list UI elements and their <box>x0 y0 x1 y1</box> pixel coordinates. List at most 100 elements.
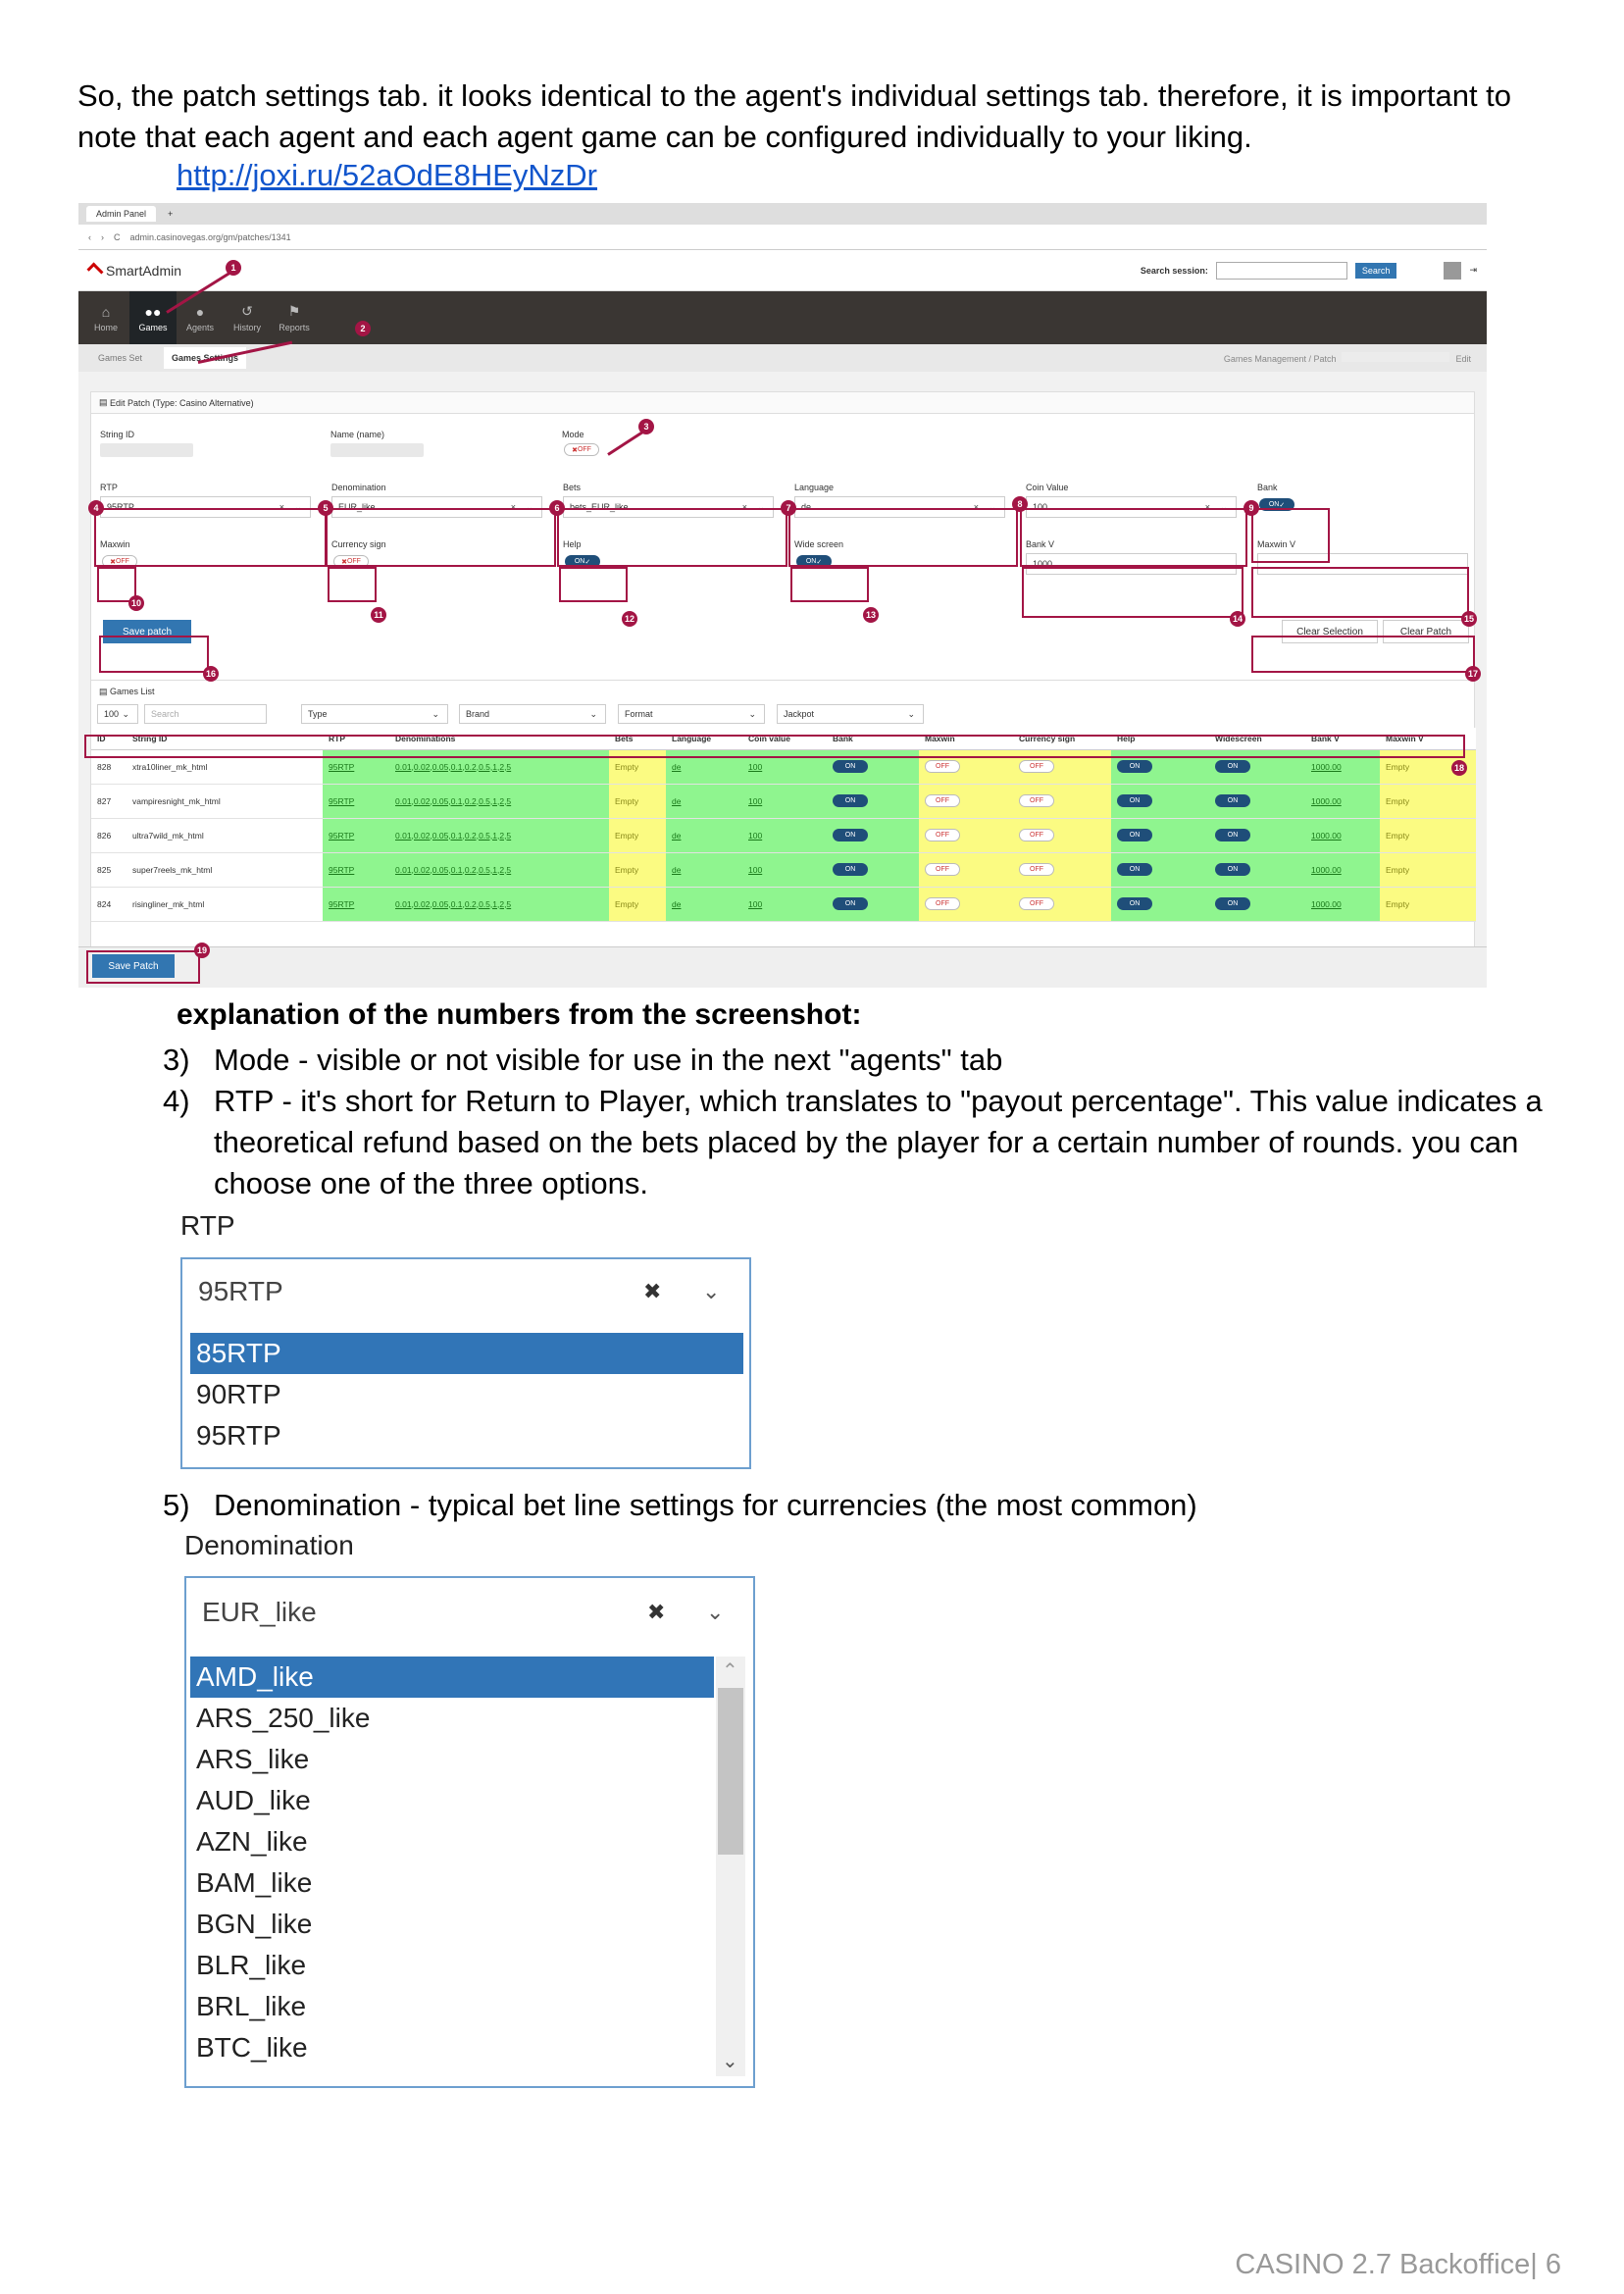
denomination-option[interactable]: ARS_like <box>190 1739 710 1780</box>
jackpot-filter[interactable]: Jackpot ⌄ <box>777 704 924 724</box>
chevron-down-icon: ⌄ <box>431 708 439 719</box>
home-icon: ⌂ <box>101 303 111 320</box>
rtp-option[interactable]: 85RTP <box>190 1333 743 1374</box>
chevron-down-icon[interactable]: ⌄ <box>702 1279 720 1304</box>
toggle-off[interactable]: OFF <box>925 863 960 876</box>
toggle-off[interactable]: OFF <box>925 794 960 807</box>
toggle-on[interactable]: ON <box>1215 897 1250 910</box>
denomination-option[interactable]: BGN_like <box>190 1904 710 1945</box>
denomination-option[interactable]: BTC_like <box>190 2027 710 2068</box>
toggle-off[interactable]: OFF <box>925 897 960 910</box>
denomination-dropdown-label: Denomination <box>184 1530 354 1560</box>
clear-icon[interactable]: ✖ <box>643 1279 661 1304</box>
avatar[interactable] <box>1444 261 1462 280</box>
games-search-input[interactable]: Search <box>144 704 267 724</box>
table-cell: ON <box>1111 784 1209 819</box>
nav-home[interactable]: ⌂ Home <box>82 291 129 344</box>
toggle-on[interactable]: ON <box>1215 829 1250 841</box>
nav-reports[interactable]: ⚑ Reports <box>271 291 318 344</box>
rtp-dropdown-selected[interactable]: 95RTP ✖ ⌄ <box>182 1259 749 1324</box>
table-cell: OFF <box>919 818 1013 853</box>
denomination-option[interactable]: BLR_like <box>190 1945 710 1986</box>
toggle-on[interactable]: ON <box>833 829 868 841</box>
toggle-on[interactable]: ON <box>833 897 868 910</box>
toggle-on[interactable]: ON <box>1117 760 1152 773</box>
denomination-option[interactable]: ARS_250_like <box>190 1698 710 1739</box>
mode-toggle[interactable]: ✖ OFF <box>564 443 599 456</box>
browser-tab[interactable]: Admin Panel <box>86 206 157 222</box>
table-row[interactable]: 824 risingliner_mk_html 95RTP 0.01,0.02,0.0… <box>91 887 1476 922</box>
search-button[interactable]: Search <box>1354 262 1397 279</box>
toggle-on[interactable]: ON <box>833 863 868 876</box>
toggle-off[interactable]: OFF <box>1019 760 1054 773</box>
rtp-dropdown[interactable]: 95RTP ✖ ⌄ 85RTP 90RTP 95RTP <box>180 1257 751 1469</box>
toggle-on[interactable]: ON <box>1117 829 1152 841</box>
tab-games-set[interactable]: Games Set <box>98 353 142 363</box>
toggle-on[interactable]: ON <box>833 760 868 773</box>
table-cell: de <box>666 887 742 922</box>
denomination-option[interactable]: BAM_like <box>190 1862 710 1904</box>
denomination-option[interactable]: BRL_like <box>190 1986 710 2027</box>
toggle-on[interactable]: ON <box>1215 794 1250 807</box>
table-cell: OFF <box>919 852 1013 888</box>
type-filter[interactable]: Type ⌄ <box>301 704 448 724</box>
new-tab-icon[interactable]: + <box>168 209 173 219</box>
format-filter[interactable]: Format ⌄ <box>618 704 765 724</box>
badge-3: 3 <box>638 419 654 434</box>
toggle-off[interactable]: OFF <box>1019 829 1054 841</box>
brand-filter[interactable]: Brand ⌄ <box>459 704 606 724</box>
logout-icon[interactable]: ⇥ <box>1469 265 1477 276</box>
table-row[interactable]: 825 super7reels_mk_html 95RTP 0.01,0.02,0.0… <box>91 852 1476 888</box>
search-session-input[interactable] <box>1215 261 1347 280</box>
tab-games-settings[interactable]: Games Settings <box>164 347 247 369</box>
bank-label: Bank <box>1257 483 1278 492</box>
badge-17: 17 <box>1465 666 1481 682</box>
scroll-down-icon[interactable]: ⌄ <box>722 2049 738 2073</box>
badge-2: 2 <box>355 321 371 336</box>
toggle-on[interactable]: ON <box>1215 863 1250 876</box>
nav-history[interactable]: ↺ History <box>224 291 271 344</box>
denomination-dropdown[interactable]: EUR_like ✖ ⌄ AMD_like ARS_250_like ARS_like A… <box>184 1576 755 2088</box>
url-text[interactable]: admin.casinovegas.org/gm/patches/1341 <box>130 232 291 242</box>
screenshot-link[interactable]: http://joxi.ru/52aOdE8HEyNzDr <box>177 158 597 193</box>
badge-10: 10 <box>128 595 144 611</box>
clear-icon[interactable]: ✖ <box>647 1600 665 1625</box>
annotation-box-rtp <box>94 508 327 567</box>
table-row[interactable]: 826 ultra7wild_mk_html 95RTP 0.01,0.02,0.05… <box>91 818 1476 853</box>
annotation-box-coin-value <box>1020 508 1247 567</box>
table-row[interactable]: 827 vampiresnight_mk_html 95RTP 0.01,0.02,0… <box>91 784 1476 819</box>
denomination-option[interactable]: AMD_like <box>190 1657 714 1698</box>
table-cell: 0.01,0.02,0.05,0.1,0.2,0.5,1,2,5 <box>389 852 609 888</box>
toggle-off[interactable]: OFF <box>925 829 960 841</box>
rtp-option[interactable]: 95RTP <box>190 1415 743 1456</box>
table-cell: 95RTP <box>323 887 389 922</box>
page-footer: CASINO 2.7 Backoffice| 6 <box>1235 2249 1561 2280</box>
toggle-off[interactable]: OFF <box>1019 897 1054 910</box>
toggle-on[interactable]: ON <box>1215 760 1250 773</box>
toggle-on[interactable]: ON <box>1117 863 1152 876</box>
toggle-on[interactable]: ON <box>1117 794 1152 807</box>
toggle-off[interactable]: OFF <box>925 760 960 773</box>
table-cell: ON <box>1209 818 1305 853</box>
toggle-off[interactable]: OFF <box>1019 794 1054 807</box>
rtp-option[interactable]: 90RTP <box>190 1374 743 1415</box>
toggle-on[interactable]: ON <box>1117 897 1152 910</box>
forward-icon[interactable]: › <box>101 232 104 242</box>
back-icon[interactable]: ‹ <box>88 232 91 242</box>
table-cell: de <box>666 784 742 819</box>
per-page-select[interactable]: 100 ⌄ <box>97 704 138 724</box>
denomination-option[interactable]: AUD_like <box>190 1780 710 1821</box>
chevron-down-icon[interactable]: ⌄ <box>706 1600 724 1625</box>
scrollbar-thumb[interactable] <box>718 1688 743 1855</box>
toggle-on[interactable]: ON <box>833 794 868 807</box>
table-cell: 0.01,0.02,0.05,0.1,0.2,0.5,1,2,5 <box>389 784 609 819</box>
scroll-up-icon[interactable]: ⌃ <box>722 1658 738 1683</box>
denomination-option[interactable]: AZN_like <box>190 1821 710 1862</box>
reload-icon[interactable]: C <box>114 232 121 242</box>
denomination-dropdown-selected[interactable]: EUR_like ✖ ⌄ <box>186 1578 753 1647</box>
app-header: SmartAdmin Search session: Search ⇥ <box>78 250 1487 291</box>
table-cell: 1000.00 <box>1305 852 1380 888</box>
toggle-off[interactable]: OFF <box>1019 863 1054 876</box>
table-cell: ON <box>1111 818 1209 853</box>
nav-games[interactable]: ●● Games <box>129 291 177 344</box>
